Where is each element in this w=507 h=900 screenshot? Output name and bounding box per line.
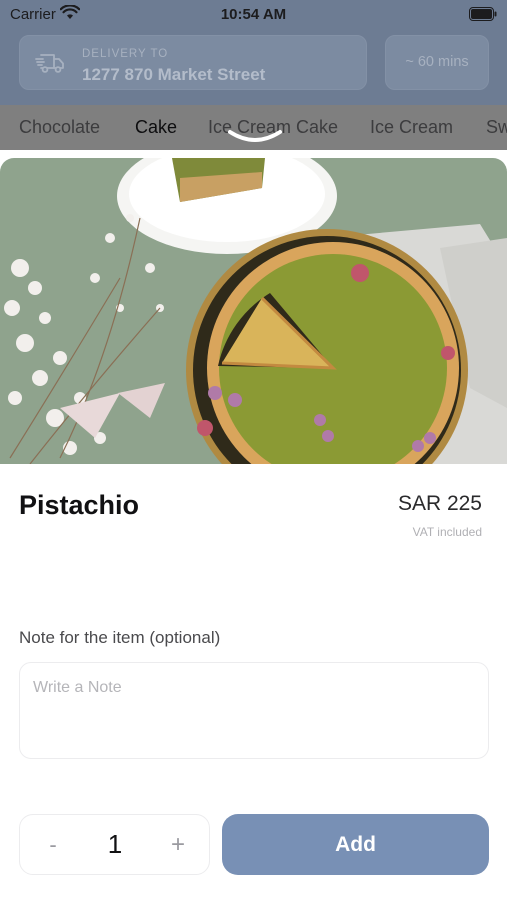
product-image [0,158,507,464]
delivery-address-button[interactable]: DELIVERY TO 1277 870 Market Street [19,35,367,90]
quantity-value: 1 [107,829,123,859]
product-price: SAR 225 [397,492,482,515]
quantity-increase-button[interactable]: + [163,831,193,859]
delivery-to-label: DELIVERY TO [82,48,169,60]
tab-ice-cream[interactable]: Ice Cream [370,117,453,138]
tab-sweets[interactable]: Sw [486,117,507,138]
delivery-time-badge[interactable]: ~ 60 mins [385,35,489,90]
status-bar: Carrier 10:54 AM [0,0,507,30]
vat-note: VAT included [412,525,482,539]
delivery-header: DELIVERY TO 1277 870 Market Street ~ 60 … [0,30,507,105]
note-input[interactable]: Write a Note [19,662,489,759]
delivery-address: 1277 870 Market Street [82,65,266,84]
battery-icon [469,7,497,21]
note-placeholder: Write a Note [33,679,122,696]
status-time: 10:54 AM [220,6,287,23]
add-to-cart-button[interactable]: Add [222,814,489,875]
delivery-eta: ~ 60 mins [405,54,469,70]
tab-chocolate[interactable]: Chocolate [19,117,100,138]
sheet-handle-chevron-icon[interactable] [226,126,284,146]
note-label: Note for the item (optional) [19,628,221,647]
quantity-stepper: - 1 + [19,814,210,875]
delivery-truck-icon [35,54,64,73]
product-name: Pistachio [19,490,140,520]
quantity-decrease-button[interactable]: - [38,831,68,859]
product-sheet: Pistachio SAR 225 VAT included Note for … [0,158,507,900]
tab-cake[interactable]: Cake [135,117,177,138]
